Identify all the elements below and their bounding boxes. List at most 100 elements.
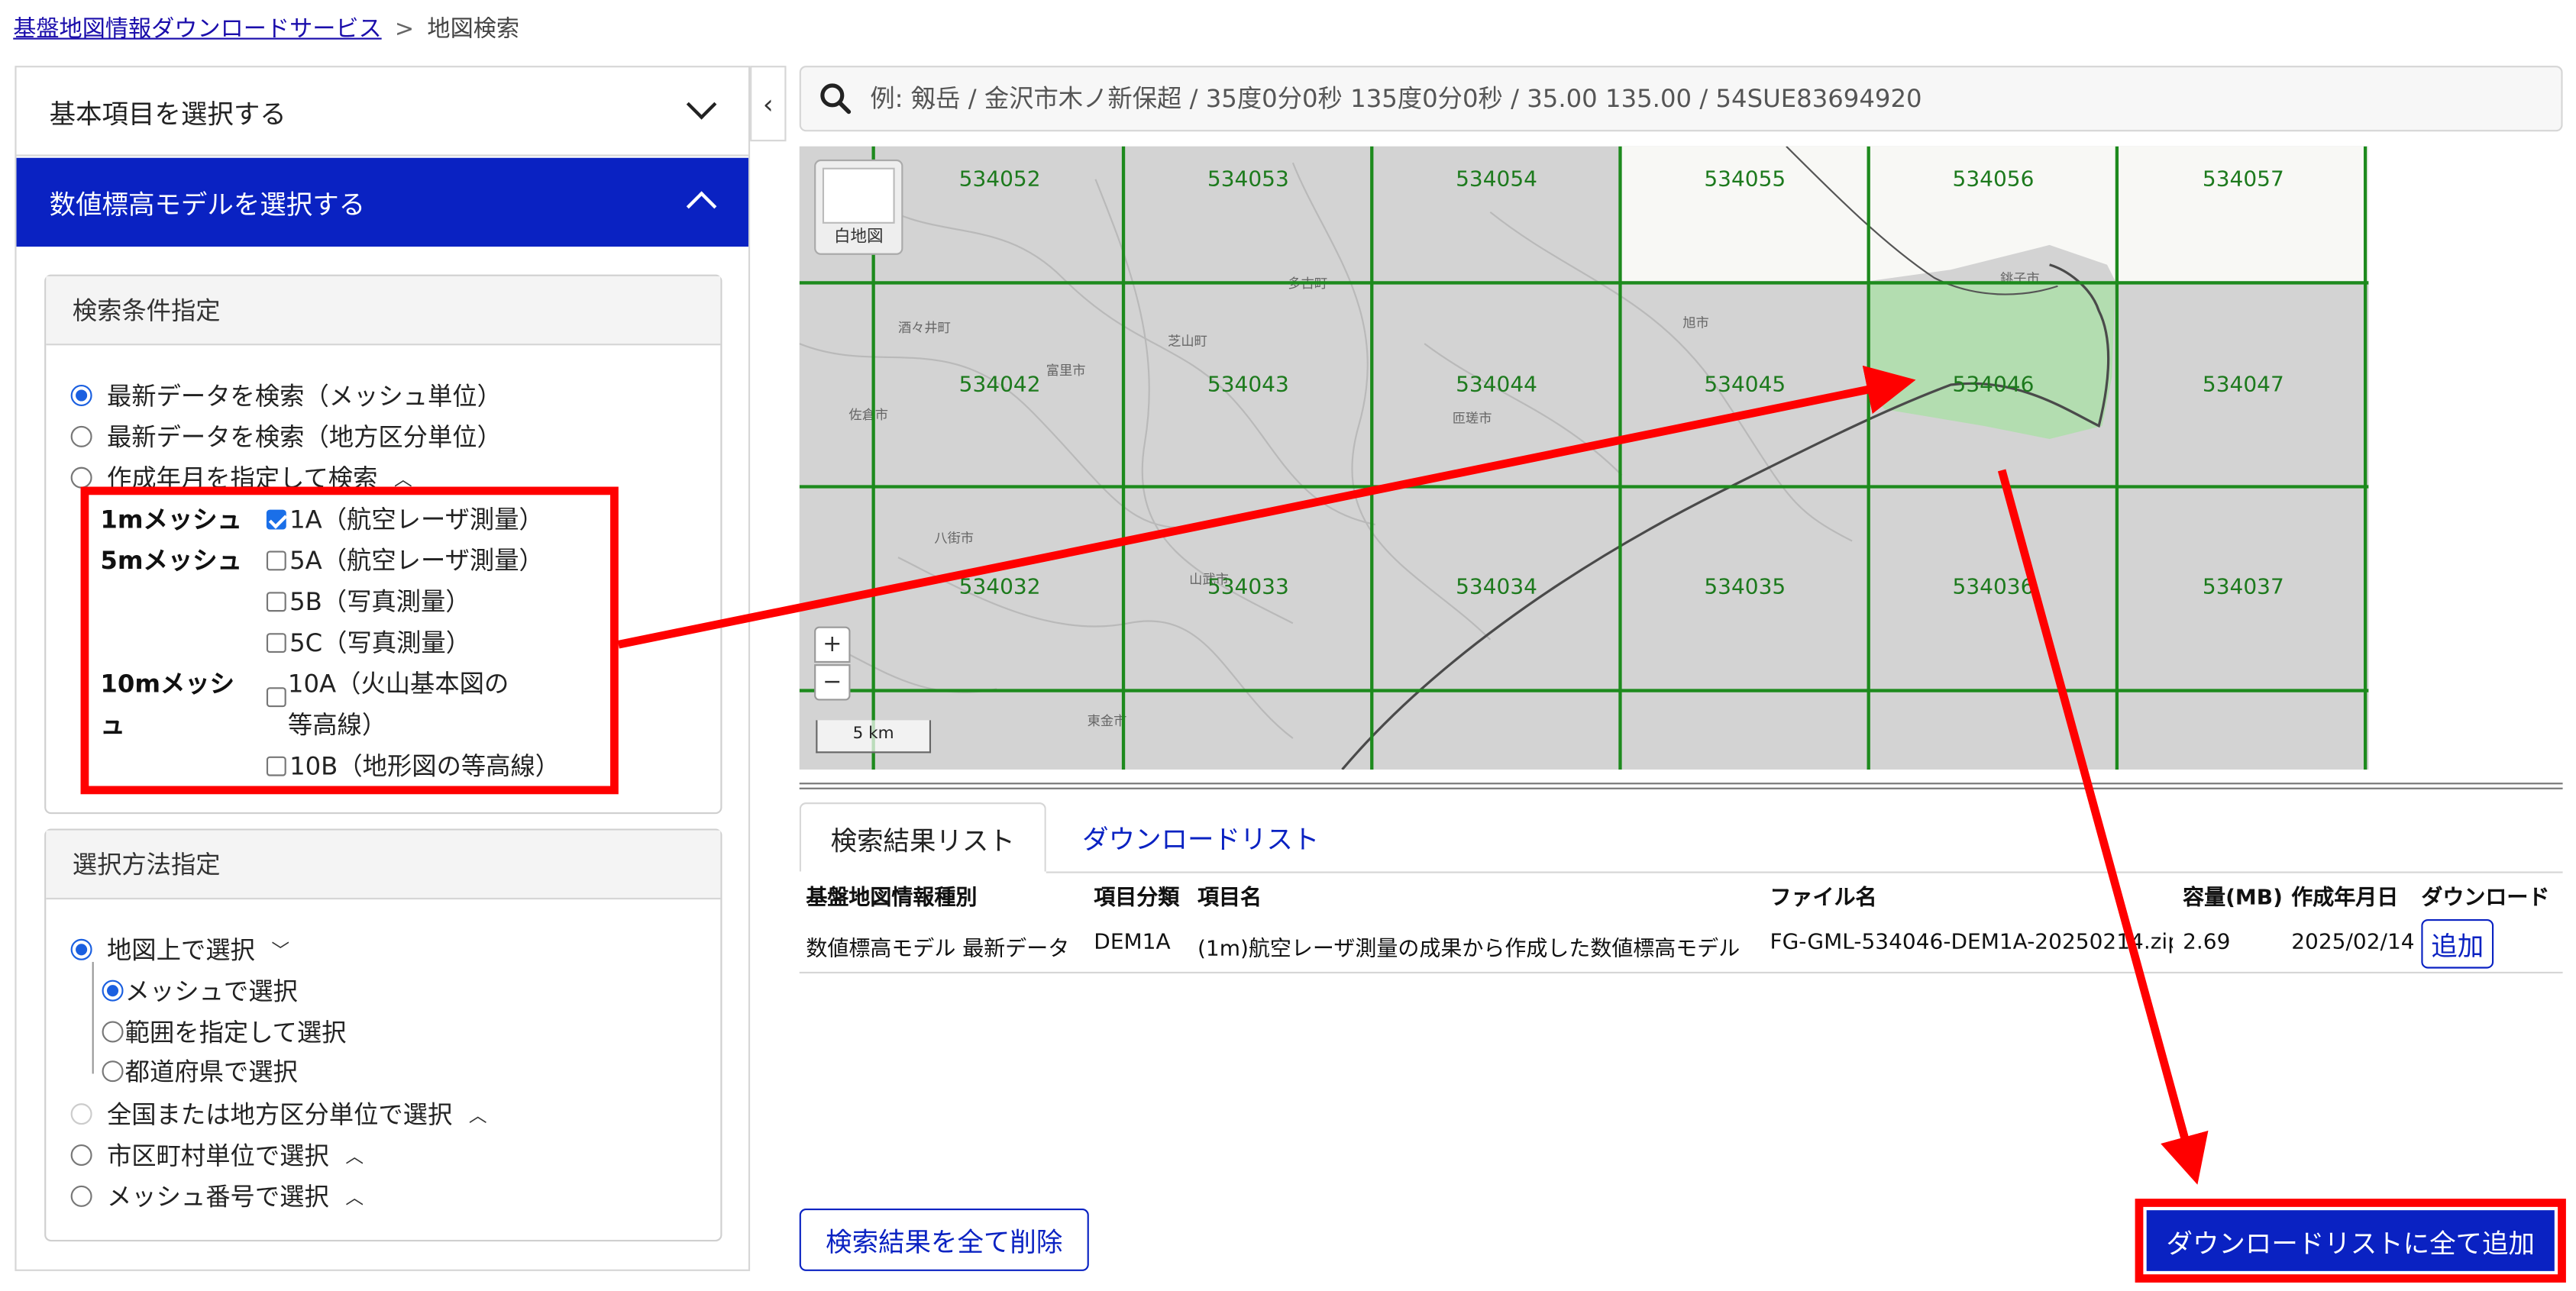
mesh-cell-label[interactable]: 534052 bbox=[959, 168, 1041, 192]
radio-by-mesh[interactable]: メッシュで選択 bbox=[102, 973, 298, 1008]
tab-search-results[interactable]: 検索結果リスト bbox=[799, 802, 1046, 872]
accordion-basic-items[interactable]: 基本項目を選択する bbox=[16, 67, 748, 157]
accordion-basic-label: 基本項目を選択する bbox=[49, 98, 286, 130]
chevron-up-icon bbox=[686, 191, 717, 222]
mesh-cell-label[interactable]: 534055 bbox=[1704, 168, 1786, 192]
radio-latest-mesh-label: 最新データを検索（メッシュ単位） bbox=[106, 381, 502, 412]
radio-icon[interactable] bbox=[70, 466, 92, 489]
mesh-cell-label[interactable]: 534053 bbox=[1207, 168, 1289, 192]
add-all-to-download-button[interactable]: ダウンロードリストに全て追加 bbox=[2146, 1210, 2555, 1271]
mesh-cell-label[interactable]: 534057 bbox=[2203, 168, 2284, 192]
radio-icon[interactable] bbox=[70, 425, 92, 447]
table-cell: DEM1A bbox=[1094, 931, 1171, 956]
radio-by-range-label: 範囲を指定して選択 bbox=[124, 1018, 347, 1047]
table-header: ダウンロード bbox=[2421, 886, 2550, 912]
tab-underline bbox=[1046, 871, 2563, 873]
radio-mesh-number-label: メッシュ番号で選択 bbox=[106, 1182, 329, 1212]
selection-method-title: 選択方法指定 bbox=[46, 830, 721, 900]
mesh-cell-label-selected[interactable]: 534046 bbox=[1953, 373, 2035, 398]
table-header: 容量(MB) bbox=[2183, 886, 2283, 912]
accordion-dem-label: 数値標高モデルを選択する bbox=[49, 189, 366, 221]
radio-latest-region-label: 最新データを検索（地方区分単位） bbox=[106, 422, 502, 453]
mesh-cell-label[interactable]: 534032 bbox=[959, 576, 1041, 600]
table-row-divider bbox=[799, 971, 2563, 974]
breadcrumb-home-link[interactable]: 基盤地図情報ダウンロードサービス bbox=[13, 17, 381, 43]
radio-on-map[interactable]: 地図上で選択 ﹀ bbox=[70, 932, 289, 967]
table-cell-filename: FG-GML-534046-DEM1A-20250214.zip bbox=[1770, 931, 2174, 956]
radio-latest-region[interactable]: 最新データを検索（地方区分単位） bbox=[70, 419, 502, 453]
basemap-toggle-button[interactable]: 白地図 bbox=[814, 159, 903, 255]
radio-latest-mesh[interactable]: 最新データを検索（メッシュ単位） bbox=[70, 378, 502, 412]
radio-selected-icon[interactable] bbox=[70, 938, 92, 960]
map-view[interactable]: 銚子市 多古町 旭市 酒々井町 芝山町 富里市 匝瑳市 佐倉市 八街市 山武市 … bbox=[799, 146, 2369, 770]
minus-icon: − bbox=[823, 669, 842, 696]
panel-collapse-button[interactable]: ‹ bbox=[750, 66, 787, 142]
radio-national[interactable]: 全国または地方区分単位で選択 ︿ bbox=[70, 1097, 487, 1131]
place-label: 多古町 bbox=[1288, 276, 1327, 292]
map-results-divider[interactable] bbox=[799, 783, 2563, 789]
mesh-cell-label[interactable]: 534042 bbox=[959, 373, 1041, 398]
place-label: 芝山町 bbox=[1168, 334, 1207, 349]
radio-selected-icon[interactable] bbox=[102, 980, 124, 1002]
table-cell: (1m)航空レーザ測量の成果から作成した数値標高モデル bbox=[1197, 937, 1740, 962]
mesh-grid bbox=[799, 146, 2369, 770]
radio-by-range[interactable]: 範囲を指定して選択 bbox=[102, 1015, 347, 1049]
radio-selected-icon[interactable] bbox=[70, 384, 92, 406]
zoom-in-button[interactable]: + bbox=[814, 626, 851, 663]
radio-by-mesh-label: メッシュで選択 bbox=[124, 976, 298, 1007]
radio-on-map-label: 地図上で選択 bbox=[106, 935, 255, 966]
chevron-down-icon bbox=[686, 89, 717, 120]
caret-up-icon[interactable]: ︿ bbox=[469, 1101, 487, 1127]
table-cell: 2025/02/14 bbox=[2291, 931, 2415, 956]
plus-icon: + bbox=[823, 631, 842, 658]
search-bar bbox=[799, 66, 2563, 132]
table-header: 項目分類 bbox=[1094, 886, 1180, 912]
breadcrumb-current: 地図検索 bbox=[427, 16, 520, 43]
radio-municipality[interactable]: 市区町村単位で選択 ︿ bbox=[70, 1138, 364, 1172]
mesh-cell-label[interactable]: 534047 bbox=[2203, 373, 2284, 398]
mesh-cell-label[interactable]: 534033 bbox=[1207, 576, 1289, 600]
add-to-download-button[interactable]: 追加 bbox=[2421, 918, 2494, 969]
accordion-dem[interactable]: 数値標高モデルを選択する bbox=[16, 157, 748, 247]
search-input[interactable] bbox=[870, 83, 2516, 114]
basemap-label: 白地図 bbox=[833, 228, 884, 247]
table-header: 作成年月日 bbox=[2291, 886, 2399, 912]
radio-national-label: 全国または地方区分単位で選択 bbox=[106, 1099, 453, 1130]
mesh-cell-label[interactable]: 534056 bbox=[1953, 168, 2035, 192]
tab-download-list[interactable]: ダウンロードリスト bbox=[1052, 802, 1349, 871]
mesh-cell-label[interactable]: 534044 bbox=[1456, 373, 1537, 398]
place-label: 酒々井町 bbox=[898, 321, 951, 336]
caret-up-icon[interactable]: ︿ bbox=[345, 1142, 364, 1168]
clear-results-button[interactable]: 検索結果を全て削除 bbox=[799, 1209, 1089, 1271]
mesh-cell-label[interactable]: 534034 bbox=[1456, 576, 1537, 600]
mesh-cell-label[interactable]: 534043 bbox=[1207, 373, 1289, 398]
caret-up-icon[interactable]: ︿ bbox=[345, 1183, 364, 1209]
radio-mesh-number[interactable]: メッシュ番号で選択 ︿ bbox=[70, 1179, 364, 1213]
zoom-out-button[interactable]: − bbox=[814, 664, 851, 701]
annotation-highlight-mesh-options bbox=[80, 486, 619, 795]
radio-icon[interactable] bbox=[70, 1185, 92, 1207]
mesh-cell-label[interactable]: 534036 bbox=[1953, 576, 2035, 600]
mesh-cell-label[interactable]: 534045 bbox=[1704, 373, 1786, 398]
radio-by-prefecture[interactable]: 都道府県で選択 bbox=[102, 1054, 298, 1089]
radio-icon[interactable] bbox=[102, 1021, 124, 1043]
radio-by-prefecture-label: 都道府県で選択 bbox=[124, 1057, 298, 1087]
table-cell: 2.69 bbox=[2183, 931, 2231, 956]
search-icon[interactable] bbox=[801, 67, 870, 130]
place-label: 銚子市 bbox=[2000, 271, 2040, 286]
breadcrumb: 基盤地図情報ダウンロードサービス > 地図検索 bbox=[13, 11, 519, 44]
radio-icon[interactable] bbox=[102, 1060, 124, 1083]
place-label: 東金市 bbox=[1088, 714, 1127, 729]
table-header: 基盤地図情報種別 bbox=[806, 886, 978, 912]
mesh-cell-label[interactable]: 534054 bbox=[1456, 168, 1537, 192]
mesh-cell-label[interactable]: 534037 bbox=[2203, 576, 2284, 600]
map-basemap: 銚子市 多古町 旭市 酒々井町 芝山町 富里市 匝瑳市 佐倉市 八街市 山武市 … bbox=[799, 146, 2369, 770]
caret-down-icon[interactable]: ﹀ bbox=[271, 937, 289, 963]
place-label: 佐倉市 bbox=[848, 408, 888, 423]
table-header: ファイル名 bbox=[1770, 886, 1877, 912]
radio-icon[interactable] bbox=[70, 1144, 92, 1167]
annotation-highlight-add-all: ダウンロードリストに全て追加 bbox=[2135, 1199, 2566, 1283]
mesh-cell-label[interactable]: 534035 bbox=[1704, 576, 1786, 600]
search-conditions-title: 検索条件指定 bbox=[46, 276, 721, 346]
place-label: 旭市 bbox=[1682, 316, 1708, 331]
